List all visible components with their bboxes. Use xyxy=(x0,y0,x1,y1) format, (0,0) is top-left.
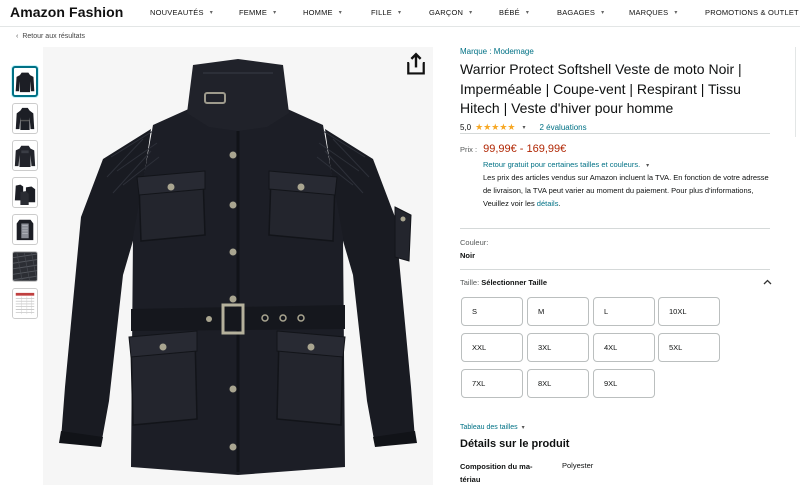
price-label: Prix : xyxy=(460,145,478,154)
thumbnail-size-chart[interactable] xyxy=(12,288,38,319)
size-chart-link[interactable]: Tableau des tailles ▾ xyxy=(460,424,525,431)
chevron-down-icon[interactable]: ▾ xyxy=(522,124,525,131)
divider xyxy=(460,133,770,134)
chevron-down-icon: ▾ xyxy=(273,10,277,16)
free-return-link[interactable]: Retour gratuit pour certaines tailles et… xyxy=(483,160,649,169)
size-option-5xl[interactable]: 5XL xyxy=(658,333,720,362)
thumbnail-jacket-front[interactable] xyxy=(12,66,38,97)
chevron-down-icon: ▾ xyxy=(525,10,530,16)
color-value: Noir xyxy=(460,251,475,260)
size-label: Taille: xyxy=(460,278,480,287)
nav-item-femme[interactable]: FEMME ▾ xyxy=(239,8,276,17)
thumbnail-fabric-detail[interactable] xyxy=(12,251,38,282)
rating-row: 5,0 ★★★★★ ▾ 2 évaluations xyxy=(460,122,772,134)
chevron-down-icon: ▾ xyxy=(674,10,678,16)
amazon-fashion-logo[interactable]: Amazon Fashion xyxy=(10,4,123,20)
chevron-down-icon: ▾ xyxy=(398,10,402,16)
jacket-illustration xyxy=(43,47,433,485)
size-option-8xl[interactable]: 8XL xyxy=(527,369,589,398)
chevron-left-icon: ‹ xyxy=(16,33,19,40)
vat-details-link[interactable]: détails xyxy=(537,199,559,208)
size-option-xxl[interactable]: XXL xyxy=(461,333,523,362)
share-icon xyxy=(407,52,425,75)
price-value: 99,99€ - 169,99€ xyxy=(483,143,567,155)
size-option-m[interactable]: M xyxy=(527,297,589,326)
vat-notice: Les prix des articles vendus sur Amazon … xyxy=(483,173,769,208)
spec-key-material: Composition du ma- tériau xyxy=(460,462,533,484)
nav-item-promotions[interactable]: PROMOTIONS & OUTLET▾ xyxy=(705,8,800,17)
size-option-9xl[interactable]: 9XL xyxy=(593,369,655,398)
product-info-panel: Marque : Modemage Warrior Protect Softsh… xyxy=(460,47,772,484)
share-button[interactable] xyxy=(404,52,428,76)
thumbnail-jacket-side[interactable] xyxy=(12,103,38,134)
reviews-link[interactable]: 2 évaluations xyxy=(539,123,586,132)
nav-item-fille[interactable]: FILLE ▾ xyxy=(371,8,401,17)
divider xyxy=(795,47,796,137)
thumbnail-jacket-views[interactable] xyxy=(12,177,38,208)
size-option-10xl[interactable]: 10XL xyxy=(658,297,720,326)
nav-item-bagages[interactable]: BAGAGES ▾ xyxy=(557,8,604,17)
spec-value-material: Polyester xyxy=(562,461,594,470)
divider xyxy=(460,269,770,270)
color-label: Couleur: xyxy=(460,238,489,247)
star-rating-icon[interactable]: ★★★★★ xyxy=(475,122,515,133)
price-row: Prix : 99,99€ - 169,99€ xyxy=(460,143,566,155)
size-value: Sélectionner Taille xyxy=(481,278,547,287)
nav-item-marques[interactable]: MARQUES ▾ xyxy=(629,8,678,17)
nav-item-garcon[interactable]: GARÇON ▾ xyxy=(429,8,472,17)
size-option-7xl[interactable]: 7XL xyxy=(461,369,523,398)
back-to-results-link[interactable]: ‹ Retour aux résultats xyxy=(16,33,85,40)
chevron-down-icon: ▾ xyxy=(469,10,473,16)
size-option-l[interactable]: L xyxy=(593,297,655,326)
product-title: Warrior Protect Softshell Veste de moto … xyxy=(460,61,742,116)
size-option-3xl[interactable]: 3XL xyxy=(527,333,589,362)
size-option-s[interactable]: S xyxy=(461,297,523,326)
nav-item-nouveautes[interactable]: NOUVEAUTÉS ▾ xyxy=(150,8,213,17)
main-product-image[interactable] xyxy=(43,47,433,485)
divider xyxy=(460,228,770,229)
rating-value: 5,0 xyxy=(460,123,472,132)
nav-item-homme[interactable]: HOMME ▾ xyxy=(303,8,342,17)
size-option-4xl[interactable]: 4XL xyxy=(593,333,655,362)
top-navigation-bar: Amazon Fashion NOUVEAUTÉS ▾ FEMME ▾ HOMME ▾… xyxy=(0,0,800,27)
nav-item-bebe[interactable]: BÉBÉ ▾ xyxy=(499,8,529,17)
brand-link[interactable]: Marque : Modemage xyxy=(460,47,772,56)
thumbnail-jacket-back[interactable] xyxy=(12,140,38,171)
chevron-down-icon: ▾ xyxy=(209,10,213,16)
chevron-down-icon: ▾ xyxy=(646,163,650,169)
chevron-down-icon: ▾ xyxy=(601,10,605,16)
chevron-down-icon: ▾ xyxy=(521,425,525,431)
thumbnail-jacket-lining[interactable] xyxy=(12,214,38,245)
size-selector-header[interactable]: Taille: Sélectionner Taille xyxy=(460,278,772,287)
product-details-heading: Détails sur le produit xyxy=(460,438,570,450)
chevron-up-icon[interactable] xyxy=(763,277,772,287)
chevron-down-icon: ▾ xyxy=(338,10,342,16)
